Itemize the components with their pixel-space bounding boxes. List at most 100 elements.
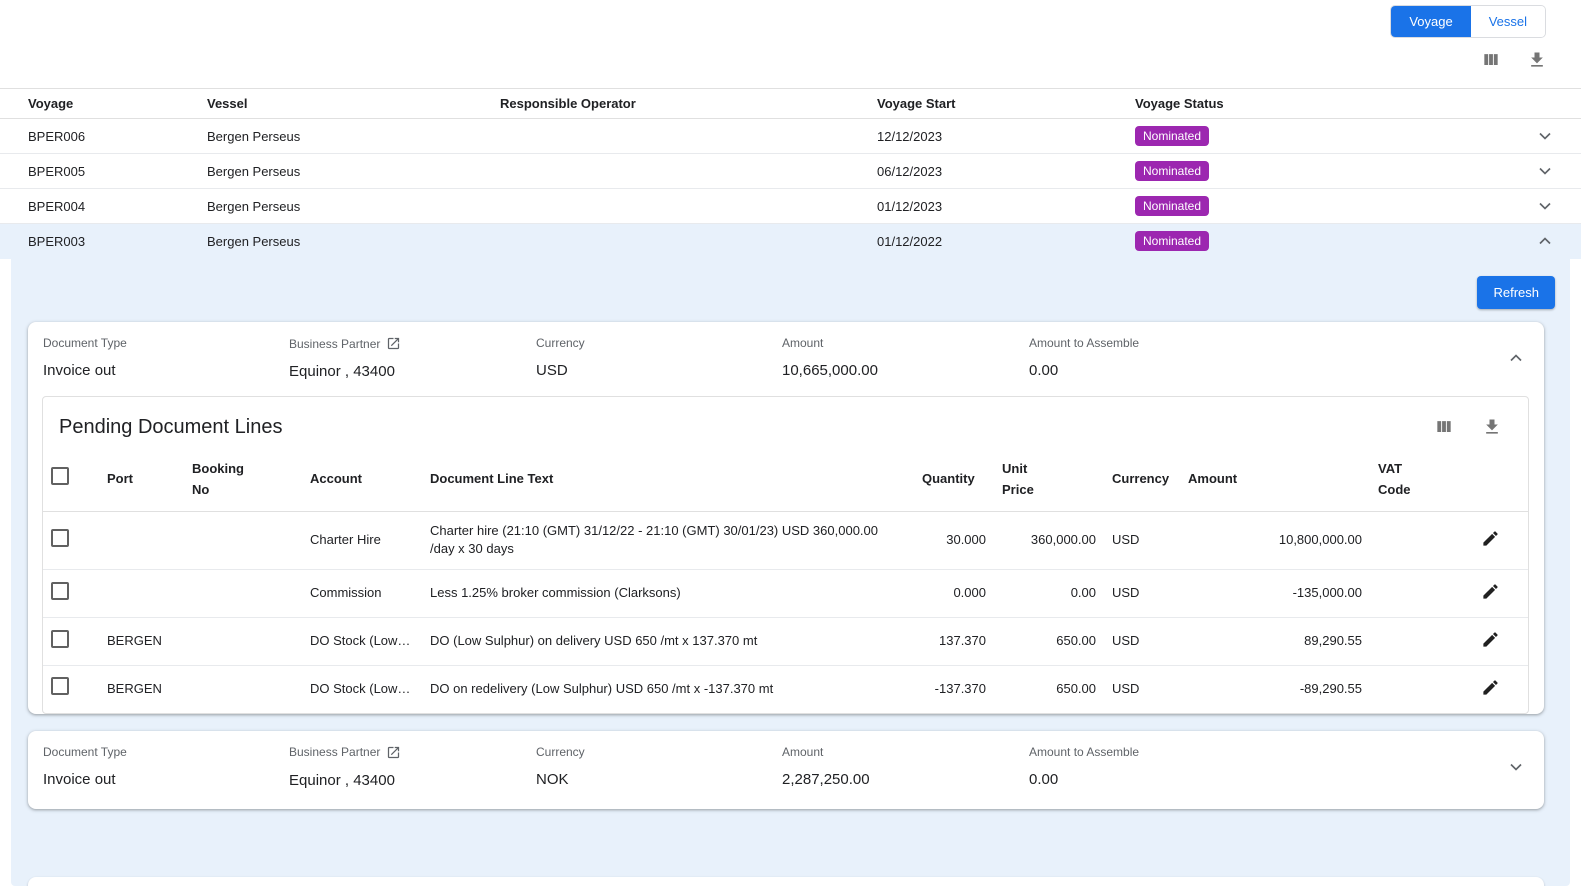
voyage-table-row[interactable]: BPER003 Bergen Perseus 01/12/2022 Nomina…: [0, 224, 1581, 259]
voyage-start-cell: 12/12/2023: [877, 119, 1135, 154]
row-checkbox[interactable]: [51, 529, 69, 547]
amount-to-assemble-label: Amount to Assemble: [1029, 336, 1488, 350]
columns-icon[interactable]: [1479, 48, 1503, 72]
vessel-cell: Bergen Perseus: [207, 224, 500, 259]
select-all-checkbox[interactable]: [51, 467, 69, 485]
toggle-voyage-button[interactable]: Voyage: [1391, 6, 1470, 37]
voyage-table-row[interactable]: BPER006 Bergen Perseus 12/12/2023 Nomina…: [0, 119, 1581, 154]
col-header-unit-price: Unit Price: [994, 449, 1104, 511]
status-badge: Nominated: [1135, 126, 1209, 146]
document-line-text-cell: DO on redelivery (Low Sulphur) USD 650 /…: [422, 665, 914, 712]
status-badge: Nominated: [1135, 196, 1209, 216]
open-in-new-icon[interactable]: [386, 745, 401, 760]
edit-pencil-icon[interactable]: [1479, 527, 1502, 550]
business-partner-value: Equinor , 43400: [289, 772, 536, 789]
document-card-partial[interactable]: [28, 877, 1544, 886]
pending-document-lines-title: Pending Document Lines: [59, 416, 282, 439]
port-cell: BERGEN: [99, 618, 184, 666]
currency-cell: USD: [1104, 618, 1180, 666]
pending-header-row: Port Booking No Account Document Line Te…: [43, 449, 1529, 511]
expand-card-chevron-icon[interactable]: [1504, 755, 1528, 779]
voyage-table-row[interactable]: BPER004 Bergen Perseus 01/12/2023 Nomina…: [0, 189, 1581, 224]
quantity-cell: 30.000: [914, 511, 994, 570]
row-checkbox[interactable]: [51, 677, 69, 695]
currency-cell: USD: [1104, 511, 1180, 570]
col-header-vessel: Vessel: [207, 89, 500, 119]
account-cell: DO Stock (Low…: [302, 618, 422, 666]
responsible-operator-cell: [500, 224, 877, 259]
col-header-voyage-start: Voyage Start: [877, 89, 1135, 119]
unit-price-cell: 360,000.00: [994, 511, 1104, 570]
voyage-status-cell: Nominated: [1135, 224, 1525, 259]
expand-row-chevron-icon[interactable]: [1533, 124, 1557, 148]
expand-row-chevron-icon[interactable]: [1533, 159, 1557, 183]
account-cell: Commission: [302, 570, 422, 618]
responsible-operator-cell: [500, 119, 877, 154]
vessel-cell: Bergen Perseus: [207, 189, 500, 224]
business-partner-value: Equinor , 43400: [289, 363, 536, 380]
voyage-cell: BPER005: [0, 154, 207, 189]
refresh-button[interactable]: Refresh: [1477, 276, 1555, 309]
status-badge: Nominated: [1135, 231, 1209, 251]
account-cell: Charter Hire: [302, 511, 422, 570]
currency-value: USD: [536, 362, 782, 379]
voyages-table: Voyage Vessel Responsible Operator Voyag…: [0, 88, 1581, 259]
document-card-usd: Document Type Invoice out Business Partn…: [28, 322, 1544, 714]
row-checkbox[interactable]: [51, 630, 69, 648]
business-partner-label: Business Partner: [289, 337, 380, 351]
amount-cell: 89,290.55: [1180, 618, 1370, 666]
amount-cell: -89,290.55: [1180, 665, 1370, 712]
expand-row-chevron-icon[interactable]: [1533, 229, 1557, 253]
pending-line-row[interactable]: BERGEN DO Stock (Low… DO (Low Sulphur) o…: [43, 618, 1529, 666]
voyage-start-cell: 01/12/2022: [877, 224, 1135, 259]
edit-pencil-icon[interactable]: [1479, 580, 1502, 603]
pending-line-row[interactable]: Charter Hire Charter hire (21:10 (GMT) 3…: [43, 511, 1529, 570]
expand-row-chevron-icon[interactable]: [1533, 194, 1557, 218]
voyages-header-row: Voyage Vessel Responsible Operator Voyag…: [0, 89, 1581, 119]
amount-cell: -135,000.00: [1180, 570, 1370, 618]
currency-cell: USD: [1104, 570, 1180, 618]
vat-code-cell: [1370, 618, 1460, 666]
top-toolbar: Voyage Vessel: [0, 0, 1581, 88]
pending-document-lines-panel: Pending Document Lines Port Booking No: [42, 396, 1529, 714]
amount-label: Amount: [782, 745, 1029, 759]
port-cell: [99, 511, 184, 570]
amount-to-assemble-value: 0.00: [1029, 362, 1488, 379]
document-type-value: Invoice out: [43, 362, 289, 379]
pending-line-row[interactable]: Commission Less 1.25% broker commission …: [43, 570, 1529, 618]
download-icon[interactable]: [1525, 48, 1549, 72]
port-cell: [99, 570, 184, 618]
document-line-text-cell: Charter hire (21:10 (GMT) 31/12/22 - 21:…: [422, 511, 914, 570]
pending-columns-icon[interactable]: [1432, 415, 1456, 439]
document-line-text-cell: DO (Low Sulphur) on delivery USD 650 /mt…: [422, 618, 914, 666]
document-card-nok: Document Type Invoice out Business Partn…: [28, 731, 1544, 809]
col-header-currency: Currency: [1104, 449, 1180, 511]
col-header-document-line-text: Document Line Text: [422, 449, 914, 511]
collapse-card-chevron-icon[interactable]: [1504, 346, 1528, 370]
amount-cell: 10,800,000.00: [1180, 511, 1370, 570]
voyage-start-cell: 06/12/2023: [877, 154, 1135, 189]
pending-download-icon[interactable]: [1480, 415, 1504, 439]
document-line-text-cell: Less 1.25% broker commission (Clarksons): [422, 570, 914, 618]
pending-lines-table: Port Booking No Account Document Line Te…: [43, 449, 1529, 713]
voyage-status-cell: Nominated: [1135, 119, 1525, 154]
document-type-label: Document Type: [43, 745, 289, 759]
document-type-value: Invoice out: [43, 771, 289, 788]
pending-line-row[interactable]: BERGEN DO Stock (Low… DO on redelivery (…: [43, 665, 1529, 712]
open-in-new-icon[interactable]: [386, 336, 401, 351]
responsible-operator-cell: [500, 189, 877, 224]
col-header-responsible-operator: Responsible Operator: [500, 89, 877, 119]
col-header-port: Port: [99, 449, 184, 511]
voyage-cell: BPER006: [0, 119, 207, 154]
booking-no-cell: [184, 511, 302, 570]
edit-pencil-icon[interactable]: [1479, 628, 1502, 651]
col-header-vat-code: VAT Code: [1370, 449, 1460, 511]
account-cell: DO Stock (Low…: [302, 665, 422, 712]
edit-pencil-icon[interactable]: [1479, 676, 1502, 699]
row-checkbox[interactable]: [51, 582, 69, 600]
toggle-vessel-button[interactable]: Vessel: [1471, 6, 1545, 37]
vessel-cell: Bergen Perseus: [207, 119, 500, 154]
port-cell: BERGEN: [99, 665, 184, 712]
status-badge: Nominated: [1135, 161, 1209, 181]
voyage-table-row[interactable]: BPER005 Bergen Perseus 06/12/2023 Nomina…: [0, 154, 1581, 189]
